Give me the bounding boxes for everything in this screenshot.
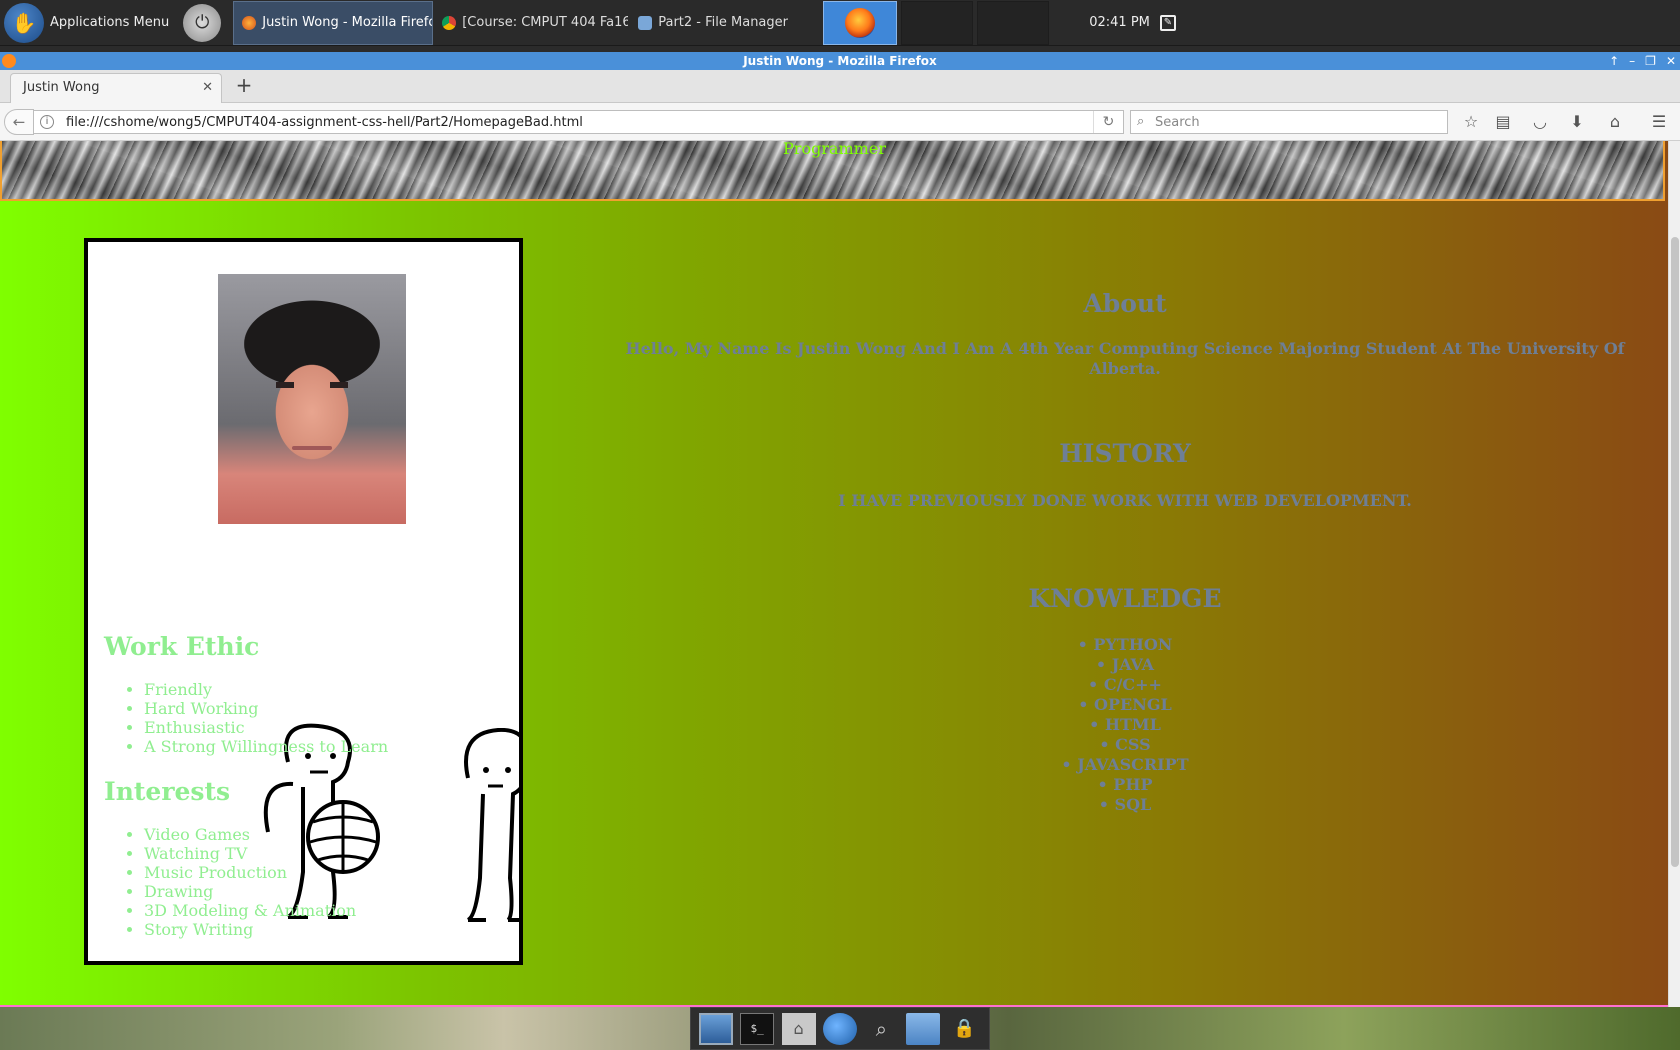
tab-label: Justin Wong [23,80,100,95]
workspace-slot[interactable] [977,0,1050,45]
note-icon[interactable]: ✎ [1159,14,1176,31]
profile-photo [218,274,406,524]
folder-icon [638,15,653,30]
url-bar[interactable]: i file:///cshome/wong5/CMPUT404-assignme… [34,110,1124,134]
bottom-dock: $_ ⌂ ⌕ 🔒 [690,1007,990,1050]
taskbar-item-file-manager[interactable]: Part2 - File Manager [629,1,819,45]
list-item: JAVA [620,655,1630,675]
home-folder-icon[interactable]: ⌂ [781,1012,816,1045]
workspace-slot[interactable] [901,0,974,45]
list-item: JAVASCRIPT [620,755,1630,775]
header-banner: Programmer [0,141,1665,201]
list-item: HTML [620,715,1630,735]
reading-list-icon[interactable]: ▤ [1492,112,1514,132]
list-item: A Strong Willingness to Learn [144,737,388,756]
photo-mouth [292,446,332,450]
applications-menu-button[interactable]: ✋ Applications Menu [0,0,175,46]
about-text: Hello, My Name Is Justin Wong And I Am A… [625,339,1625,378]
window-title: Justin Wong - Mozilla Firefox [743,54,937,68]
search-icon: ⌕ [1137,114,1145,129]
firefox-icon [2,54,16,68]
window-titlebar[interactable]: Justin Wong - Mozilla Firefox ↑ – ❐ ✕ [0,52,1680,70]
photo-eyes [276,382,348,388]
work-ethic-list: Friendly Hard Working Enthusiastic A Str… [128,680,388,756]
navigation-toolbar: ← i file:///cshome/wong5/CMPUT404-assign… [0,103,1680,141]
firefox-launcher-button[interactable] [823,0,898,45]
info-icon[interactable]: i [40,115,54,129]
clock[interactable]: 02:41 PM [1089,15,1150,30]
chrome-icon [442,15,457,30]
list-item: Hard Working [144,699,388,718]
file-manager-icon[interactable] [905,1012,940,1045]
pocket-icon[interactable]: ◡ [1529,112,1551,132]
maximize-icon[interactable]: ❐ [1645,52,1656,70]
top-panel: ✋ Applications Menu ⏻ Justin Wong - Mozi… [0,0,1680,46]
list-item: Drawing [144,882,356,901]
tab-justin-wong[interactable]: Justin Wong ✕ [10,73,222,103]
work-ethic-heading: Work Ethic [104,632,260,661]
list-item: Video Games [144,825,356,844]
scrollbar-thumb[interactable] [1671,237,1679,867]
close-icon[interactable]: ✕ [202,80,213,95]
terminal-icon[interactable]: $_ [740,1012,775,1045]
tab-strip: Justin Wong ✕ + [0,70,1680,103]
history-text: I HAVE PREVIOUSLY DONE WORK WITH WEB DEV… [838,491,1412,510]
list-item: SQL [620,795,1630,815]
list-item: CSS [620,735,1630,755]
keep-above-icon[interactable]: ↑ [1609,52,1619,70]
taskbar-item-chrome[interactable]: [Course: CMPUT 404 Fa16... [433,1,629,45]
doodle-character [464,728,519,922]
list-item: Enthusiastic [144,718,388,737]
interests-list: Video Games Watching TV Music Production… [128,825,356,939]
list-item: Music Production [144,863,356,882]
xfce-menu-icon: ✋ [4,2,44,43]
home-icon[interactable]: ⌂ [1604,112,1626,132]
list-item: 3D Modeling & Animation [144,901,356,920]
search-input[interactable]: ⌕ Search [1130,110,1448,134]
banner-subtitle: Programmer [783,141,886,158]
interests-heading: Interests [104,777,231,806]
list-item: Story Writing [144,920,356,939]
show-desktop-icon[interactable] [698,1012,733,1045]
applications-menu-label: Applications Menu [50,15,170,30]
list-item: PYTHON [620,635,1630,655]
vertical-scrollbar[interactable] [1668,141,1680,1007]
power-icon[interactable]: ⏻ [183,3,222,42]
bookmark-star-icon[interactable]: ☆ [1460,112,1482,132]
minimize-icon[interactable]: – [1629,52,1635,70]
firefox-icon [845,7,876,38]
knowledge-heading: KNOWLEDGE [1028,584,1222,613]
search-placeholder: Search [1155,115,1200,130]
list-item: C/C++ [620,675,1630,695]
about-heading: About [1083,289,1167,318]
close-icon[interactable]: ✕ [1666,52,1676,70]
taskbar-item-label: Part2 - File Manager [658,15,788,30]
firefox-icon [242,15,257,30]
taskbar-item-label: Justin Wong - Mozilla Firefox [262,15,434,30]
web-browser-icon[interactable] [822,1012,857,1045]
download-icon[interactable]: ⬇ [1566,112,1588,132]
back-icon[interactable]: ← [4,109,34,135]
page-content: Programmer Work Ethic Friendly Hard Work… [0,141,1668,1007]
taskbar-item-firefox[interactable]: Justin Wong - Mozilla Firefox [233,0,434,45]
app-finder-icon[interactable]: ⌕ [864,1013,898,1045]
new-tab-button[interactable]: + [234,75,254,95]
lock-icon[interactable]: 🔒 [947,1013,981,1045]
taskbar-item-label: [Course: CMPUT 404 Fa16... [462,15,630,30]
history-heading: HISTORY [1059,439,1191,468]
list-item: PHP [620,775,1630,795]
hamburger-menu-icon[interactable]: ☰ [1648,112,1670,132]
window-controls: ↑ – ❐ ✕ [1609,52,1676,70]
profile-sidebar: Work Ethic Friendly Hard Working Enthusi… [84,238,523,965]
url-text[interactable]: file:///cshome/wong5/CMPUT404-assignment… [66,115,583,130]
reload-icon[interactable]: ↻ [1093,111,1123,133]
list-item: Friendly [144,680,388,699]
list-item: OPENGL [620,695,1630,715]
list-item: Watching TV [144,844,356,863]
knowledge-list: PYTHON JAVA C/C++ OPENGL HTML CSS JAVASC… [620,635,1630,815]
